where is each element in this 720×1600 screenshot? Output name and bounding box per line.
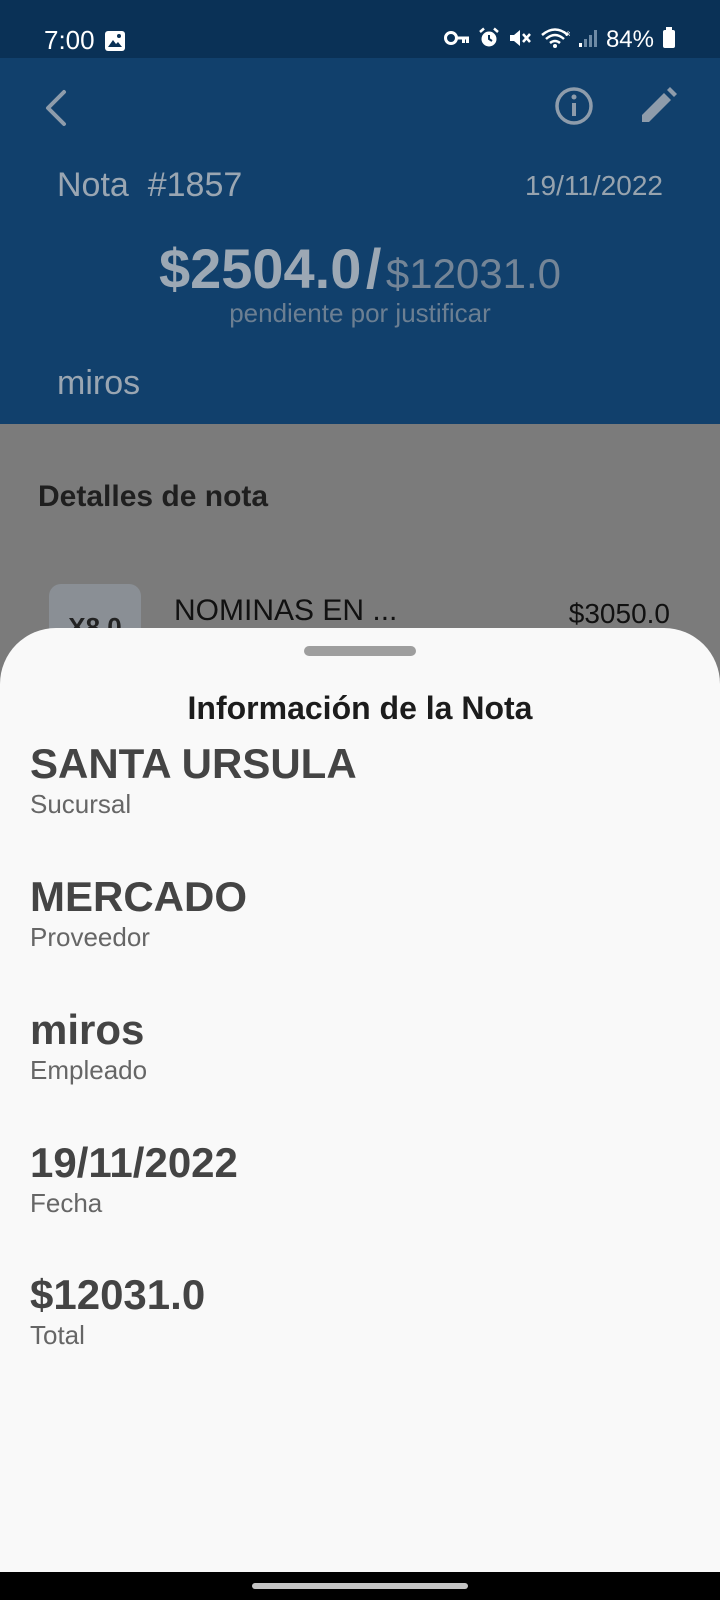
vpn-key-icon: [443, 30, 470, 51]
item-name[interactable]: NOMINAS EN ...: [174, 594, 397, 628]
date-field: 19/11/2022 Fecha: [30, 1139, 238, 1219]
employee-label: Empleado: [30, 1055, 148, 1085]
wifi-icon: Vo: [540, 27, 572, 54]
mute-icon: [508, 27, 532, 54]
total-field: $12031.0 Total: [30, 1271, 205, 1351]
details-heading: Detalles de nota: [38, 480, 269, 513]
amount-summary: $2504.0 / $12031.0: [0, 236, 720, 301]
branch-field: SANTA URSULA Sucursal: [30, 740, 357, 820]
employee-field: miros Empleado: [30, 1006, 147, 1086]
home-indicator[interactable]: [252, 1583, 468, 1589]
supplier-label: Proveedor: [30, 922, 150, 952]
supplier-value: MERCADO: [30, 873, 247, 920]
total-amount: $12031.0: [385, 250, 562, 297]
note-header: Nota #1857 19/11/2022 $2504.0 / $12031.0…: [0, 58, 720, 424]
info-icon: [555, 87, 593, 125]
branch-value: SANTA URSULA: [30, 740, 357, 787]
signal-icon: [578, 28, 598, 53]
amount-separator: /: [365, 237, 382, 300]
employee-value: miros: [30, 1006, 145, 1053]
branch-label: Sucursal: [30, 789, 132, 819]
note-info-sheet[interactable]: Información de la Nota SANTA URSULA Sucu…: [0, 628, 720, 1572]
total-value: $12031.0: [30, 1271, 206, 1318]
alarm-icon: [478, 27, 500, 54]
battery-percent: 84%: [605, 26, 654, 53]
sheet-title: Información de la Nota: [187, 690, 533, 726]
note-date: 19/11/2022: [524, 170, 663, 201]
status-bar: 7:00 Vo 84%: [0, 0, 720, 58]
back-arrow-icon: [46, 90, 66, 126]
drag-handle[interactable]: [304, 646, 416, 656]
svg-text:Vo: Vo: [564, 31, 570, 38]
employee-name: miros: [57, 364, 141, 402]
back-button[interactable]: [38, 84, 78, 132]
status-time: 7:00: [44, 25, 95, 55]
status-icons: Vo 84%: [443, 24, 676, 56]
info-button[interactable]: [552, 84, 596, 128]
note-number: Nota #1857: [57, 166, 243, 204]
edit-button[interactable]: [636, 84, 680, 128]
pending-amount: $2504.0: [158, 237, 362, 300]
battery-icon: [662, 26, 676, 54]
pencil-icon: [642, 87, 677, 122]
image-icon: [104, 30, 126, 57]
navigation-bar: [0, 1572, 720, 1600]
supplier-field: MERCADO Proveedor: [30, 873, 247, 953]
pending-label: pendiente por justificar: [229, 298, 491, 328]
item-price: $3050.0: [568, 598, 670, 629]
date-label: Fecha: [30, 1188, 103, 1218]
total-label: Total: [30, 1320, 85, 1350]
date-value: 19/11/2022: [30, 1139, 238, 1186]
